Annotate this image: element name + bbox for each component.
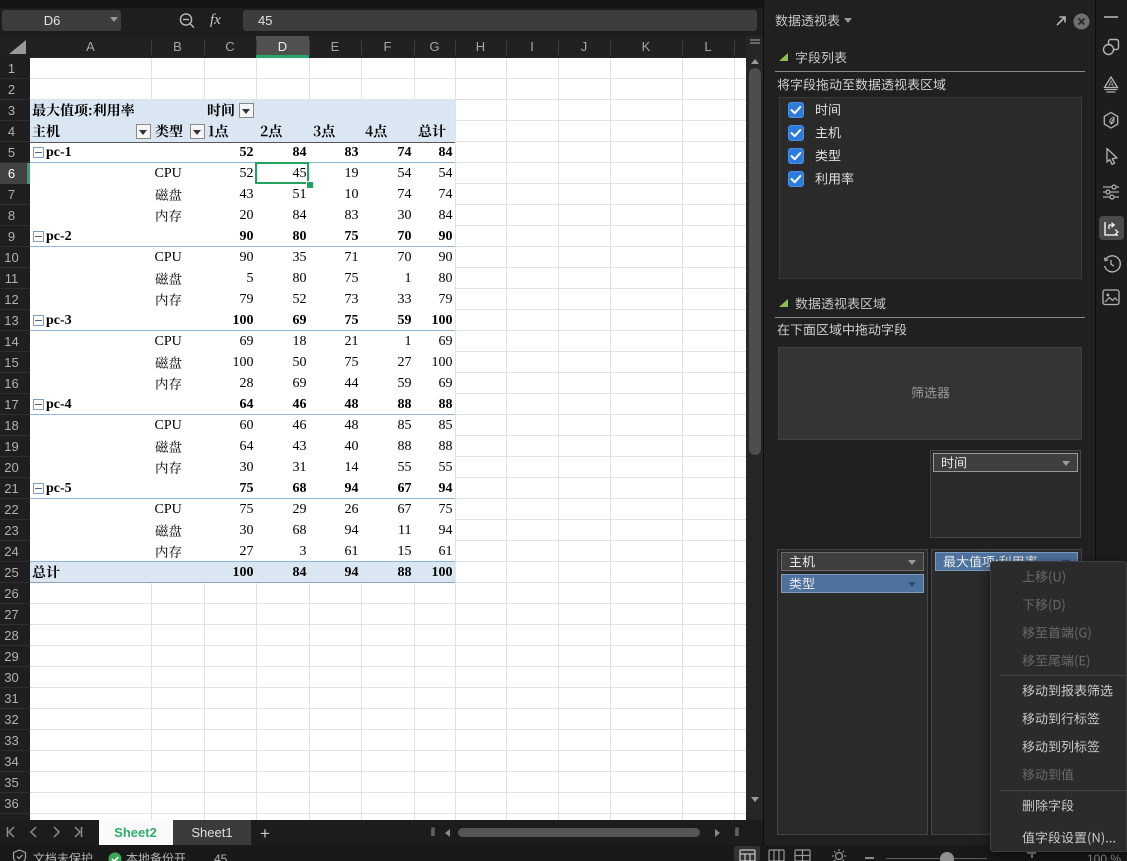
svg-text:A: A [1108,80,1114,89]
